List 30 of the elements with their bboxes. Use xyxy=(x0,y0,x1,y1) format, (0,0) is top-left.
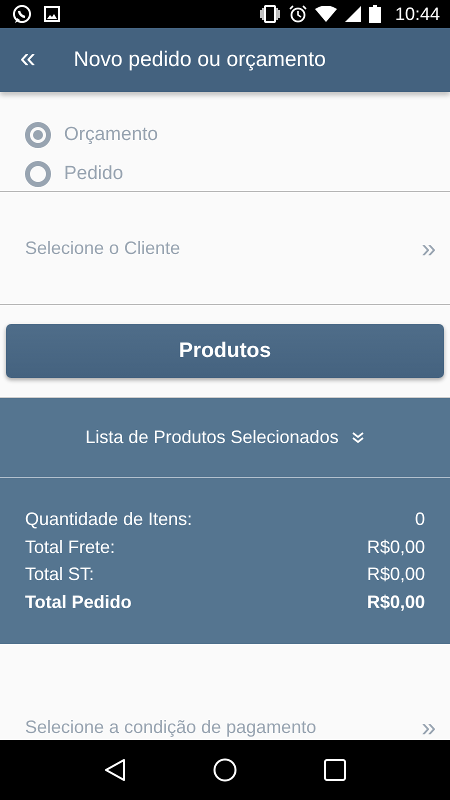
product-list-toggle[interactable]: Lista de Produtos Selecionados xyxy=(0,398,450,478)
battery-icon xyxy=(368,5,381,23)
vibrate-icon xyxy=(258,5,281,23)
signal-icon xyxy=(344,6,361,22)
products-button[interactable]: Produtos xyxy=(6,324,444,378)
recents-icon[interactable] xyxy=(324,759,346,781)
wifi-icon xyxy=(314,6,337,22)
alarm-clock-icon xyxy=(288,5,307,23)
clock-time: 10:44 xyxy=(394,4,440,24)
total-label: Total ST: xyxy=(25,563,94,586)
home-icon[interactable] xyxy=(212,758,237,782)
total-value: R$0,00 xyxy=(366,563,425,586)
radio-option[interactable]: Pedido xyxy=(25,161,450,187)
total-value: 0 xyxy=(414,508,425,531)
radio-button[interactable] xyxy=(25,161,51,187)
chevron-down-icon xyxy=(350,430,365,444)
back-icon[interactable] xyxy=(104,758,126,782)
total-value: R$0,00 xyxy=(366,536,425,558)
radio-option[interactable]: Orçamento xyxy=(25,122,450,148)
payment-selector[interactable]: Selecione a condição de pagamento » xyxy=(0,644,450,740)
chat-bubble-icon xyxy=(12,4,32,24)
back-button[interactable]: « xyxy=(20,44,36,72)
total-value: R$0,00 xyxy=(366,590,425,614)
client-selector[interactable]: Selecione o Cliente » xyxy=(0,192,450,305)
total-label: Total Frete: xyxy=(25,536,116,558)
total-label: Quantidade de Itens: xyxy=(25,508,192,531)
total-label: Total Pedido xyxy=(25,590,132,614)
image-icon xyxy=(44,6,60,22)
screen-title: Novo pedido ou orçamento xyxy=(74,48,326,72)
radio-button[interactable] xyxy=(25,122,51,148)
